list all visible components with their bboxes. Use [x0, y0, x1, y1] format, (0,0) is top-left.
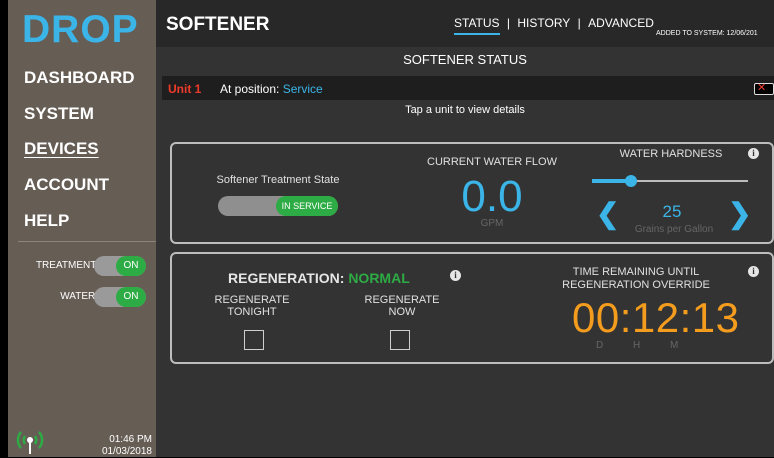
regenerate-now-checkbox[interactable] [390, 330, 410, 350]
override-label: TIME REMAINING UNTIL REGENERATION OVERRI… [562, 266, 710, 291]
water-toggle-label: WATER: [60, 291, 98, 302]
tab-separator: | [506, 16, 511, 30]
regeneration-title: REGENERATION: NORMAL [228, 270, 410, 286]
nav-system[interactable]: SYSTEM [24, 104, 94, 124]
header-bar: SOFTENER STATUS | HISTORY | ADVANCED ADD… [156, 0, 774, 47]
nav-dashboard[interactable]: DASHBOARD [24, 68, 135, 88]
treatment-toggle-label: TREATMENT: [35, 260, 98, 271]
water-flow-value: 0.0 [461, 172, 523, 221]
status-title: SOFTENER STATUS [403, 52, 527, 67]
tab-separator: | [577, 16, 581, 30]
unit-position: At position: Service [220, 82, 323, 96]
tap-hint: Tap a unit to view details [405, 104, 525, 116]
clock-date: 01/03/2018 [101, 446, 152, 457]
tab-history[interactable]: HISTORY [517, 16, 570, 30]
unit-name: Unit 1 [168, 82, 202, 96]
treatment-state-toggle[interactable]: IN SERVICE [218, 196, 338, 216]
override-timer: 00:12:13 [572, 294, 740, 341]
nav-help[interactable]: HELP [24, 211, 69, 231]
status-card: Softener Treatment State IN SERVICE CURR… [170, 142, 774, 244]
added-to-system: ADDED TO SYSTEM: 12/06/201 [656, 30, 758, 37]
clock-time: 01:46 PM [109, 434, 152, 445]
water-hardness-label: WATER HARDNESS [619, 148, 723, 160]
treatment-toggle-row: TREATMENT: ON [8, 256, 156, 278]
drop-logo: DROP [22, 8, 139, 51]
override-info-icon[interactable]: i [748, 266, 759, 277]
water-toggle[interactable]: ON [94, 287, 146, 307]
regenerate-now-label: REGENERATE NOW [364, 294, 440, 318]
regenerate-tonight-label: REGENERATE TONIGHT [214, 294, 290, 318]
sidebar-divider [18, 241, 156, 242]
nav-devices[interactable]: DEVICES [24, 139, 99, 159]
unit-row[interactable]: Unit 1 At position: Service ✕ [162, 76, 774, 100]
unit-position-value: Service [282, 82, 323, 96]
unit-position-label: At position: [220, 82, 280, 96]
chevron-left-icon[interactable]: ❮ [596, 200, 619, 228]
regeneration-status: NORMAL [348, 270, 410, 286]
sidebar: DROP DASHBOARD SYSTEM DEVICES ACCOUNT HE… [8, 0, 156, 457]
regeneration-card: REGENERATION: NORMAL i REGENERATE TONIGH… [170, 252, 774, 364]
tab-bar: STATUS | HISTORY | ADVANCED [454, 16, 654, 35]
chevron-right-icon[interactable]: ❯ [728, 200, 751, 228]
tab-advanced[interactable]: ADVANCED [588, 16, 654, 30]
timer-unit-hours: H [633, 340, 641, 351]
nav-account[interactable]: ACCOUNT [24, 175, 109, 195]
water-flow-unit: GPM [480, 218, 504, 229]
page-title: SOFTENER [166, 14, 270, 35]
treatment-toggle-state: ON [116, 256, 146, 276]
battery-empty-icon: ✕ [754, 82, 774, 95]
regenerate-tonight-checkbox[interactable] [244, 330, 264, 350]
tab-status[interactable]: STATUS [454, 16, 500, 35]
app-frame: DROP DASHBOARD SYSTEM DEVICES ACCOUNT HE… [0, 0, 774, 457]
system-clock: 01:46 PM 01/03/2018 [102, 434, 152, 458]
main-panel: SOFTENER STATUS | HISTORY | ADVANCED ADD… [156, 0, 774, 457]
water-toggle-state: ON [116, 287, 146, 307]
water-flow-label: CURRENT WATER FLOW [427, 156, 557, 168]
treatment-state-value: IN SERVICE [276, 196, 338, 216]
water-hardness-value: 25 [662, 202, 682, 221]
treatment-toggle[interactable]: ON [94, 256, 146, 276]
hardness-info-icon[interactable]: i [748, 148, 759, 159]
hardness-slider-handle[interactable] [625, 175, 637, 187]
regeneration-info-icon[interactable]: i [450, 270, 461, 281]
timer-unit-minutes: M [670, 340, 679, 351]
wifi-signal-icon [16, 431, 44, 454]
timer-unit-days: D [596, 340, 604, 351]
regeneration-label: REGENERATION: [228, 270, 345, 286]
water-hardness-unit: Grains per Gallon [634, 224, 714, 235]
water-toggle-row: WATER: ON [8, 287, 156, 309]
treatment-state-label: Softener Treatment State [216, 174, 340, 186]
